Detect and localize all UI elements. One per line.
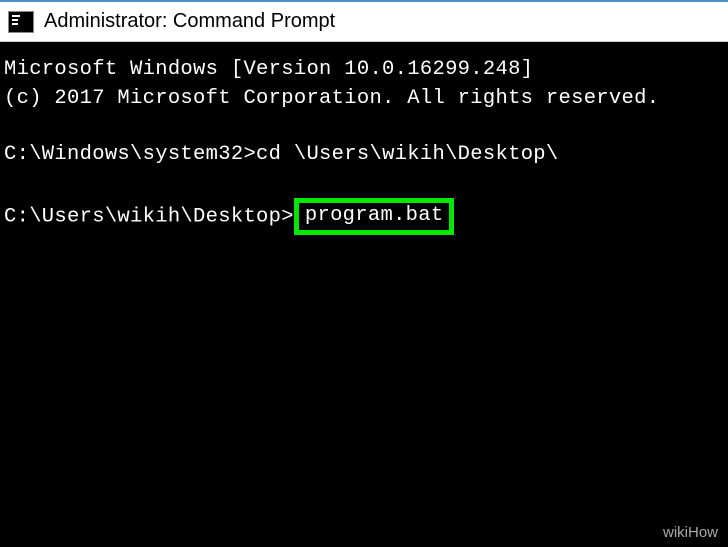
copyright-line: (c) 2017 Microsoft Corporation. All righ… bbox=[4, 85, 724, 114]
window-titlebar[interactable]: Administrator: Command Prompt bbox=[0, 0, 728, 42]
terminal-output[interactable]: Microsoft Windows [Version 10.0.16299.24… bbox=[0, 42, 728, 249]
watermark-text: wikiHow bbox=[663, 524, 718, 541]
prompt-2: C:\Users\wikih\Desktop> bbox=[4, 206, 294, 229]
cmd-icon bbox=[8, 11, 34, 33]
command-line-2: C:\Users\wikih\Desktop> program.bat bbox=[4, 198, 724, 235]
command-line-1: C:\Windows\system32>cd \Users\wikih\Desk… bbox=[4, 141, 724, 170]
command-2: program.bat bbox=[305, 204, 444, 227]
window-title: Administrator: Command Prompt bbox=[44, 10, 335, 33]
prompt-1: C:\Windows\system32> bbox=[4, 143, 256, 166]
highlighted-command: program.bat bbox=[294, 198, 455, 235]
version-line: Microsoft Windows [Version 10.0.16299.24… bbox=[4, 56, 724, 85]
command-1: cd \Users\wikih\Desktop\ bbox=[256, 143, 558, 166]
